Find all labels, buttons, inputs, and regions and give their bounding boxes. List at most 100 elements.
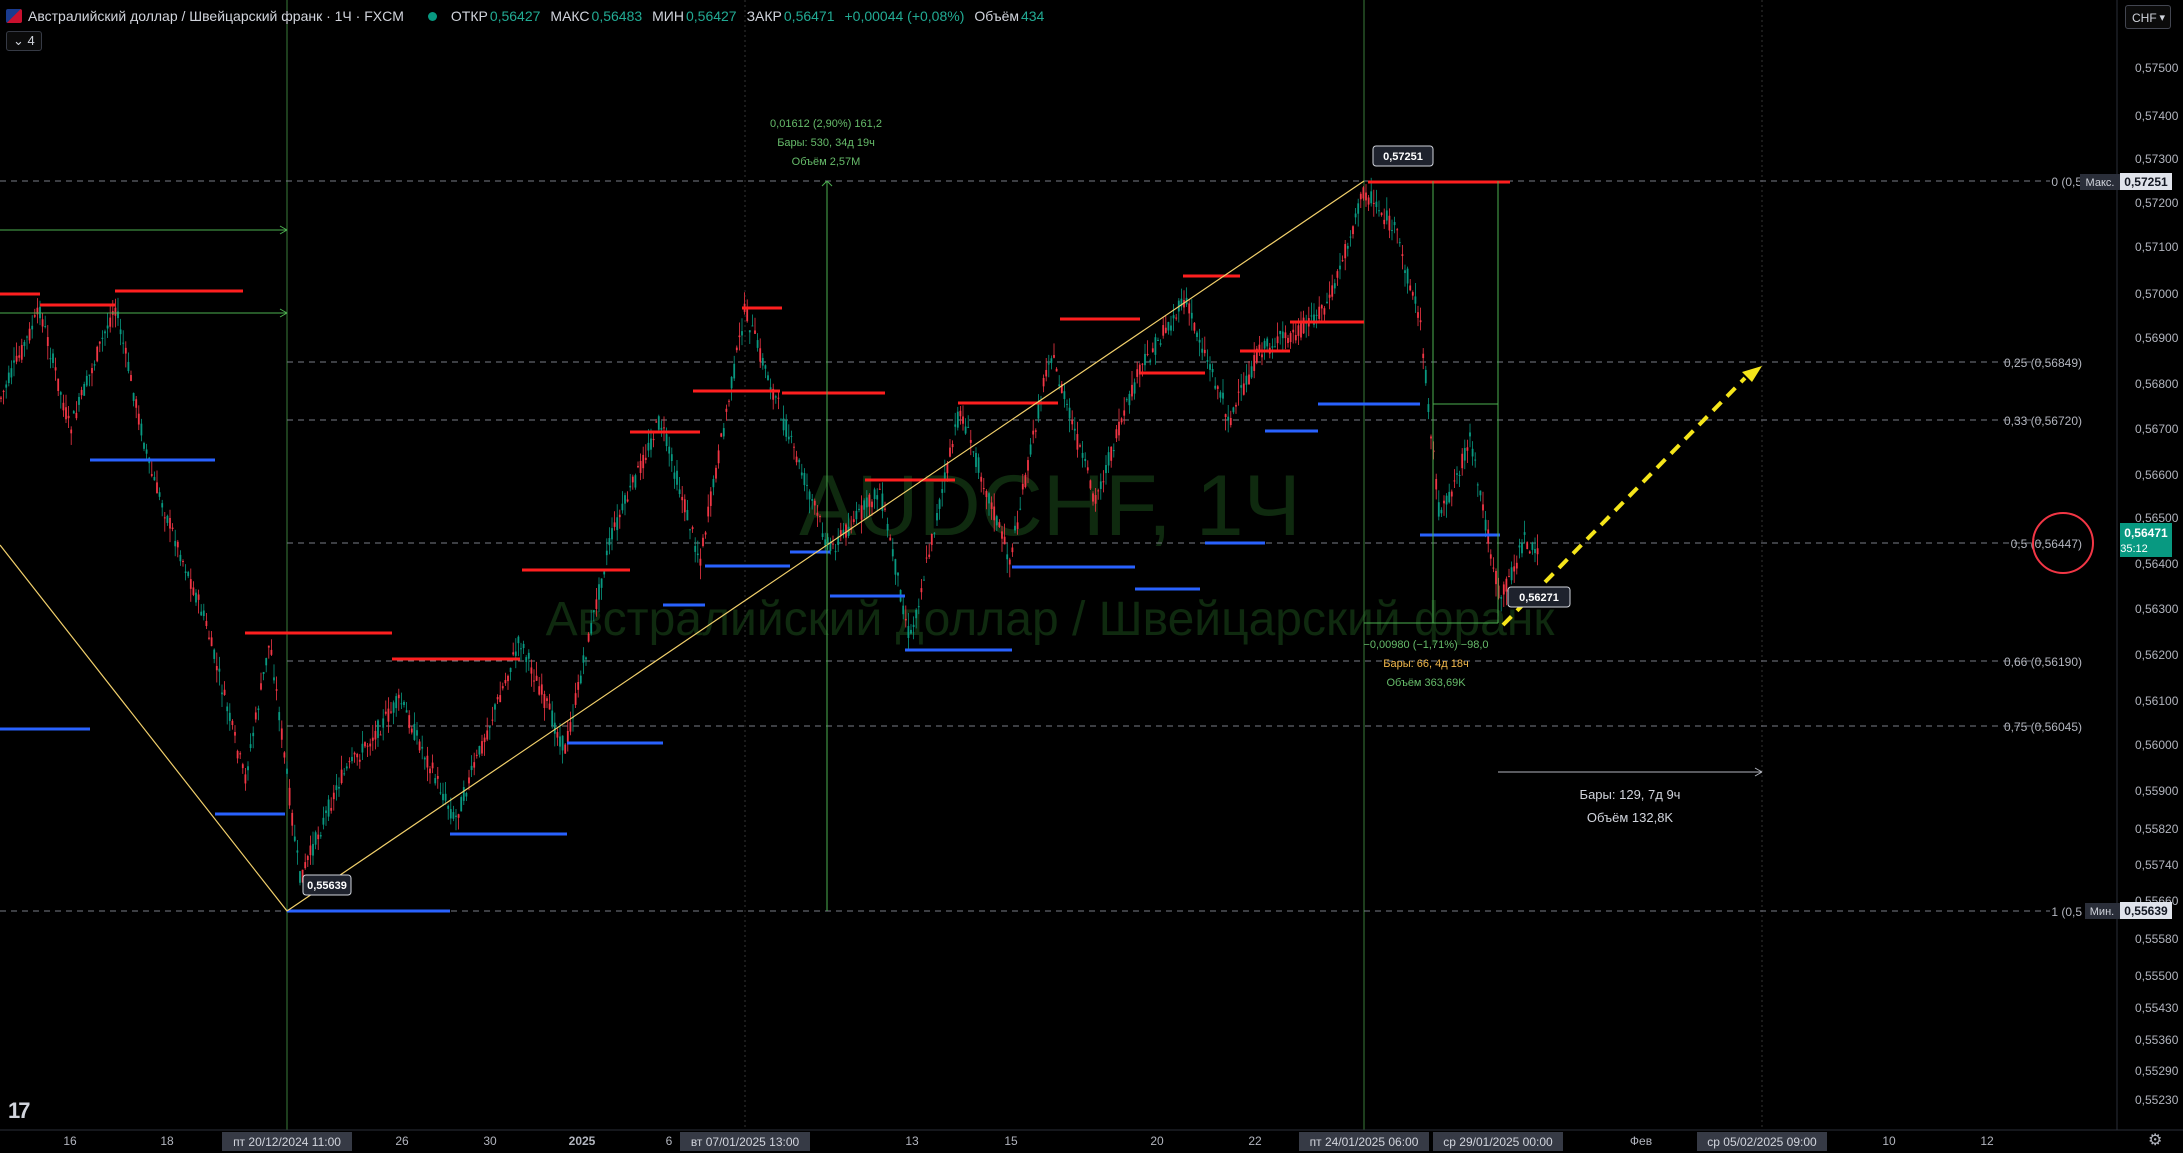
candle-body [501,686,504,689]
currency-button[interactable]: CHF [2125,5,2171,30]
svg-text:0,55639: 0,55639 [307,880,347,892]
candles [0,177,1539,886]
chart-canvas[interactable]: AUDCHF, 1Ч Австралийский доллар / Швейца… [0,0,2183,1153]
time-tick-label: 26 [395,1134,409,1148]
candle-body [1289,333,1292,343]
time-highlight-label: ср 29/01/2025 00:00 [1443,1135,1553,1149]
close-value: 0,56471 [783,8,835,24]
candle-body [787,436,790,440]
candle-body [702,537,704,547]
candle-body [860,505,863,520]
candle-body [140,423,143,436]
candle-body [1198,339,1201,343]
candle-body [1518,545,1521,548]
candle-body [54,367,57,371]
candle-body [189,579,192,589]
time-axis[interactable]: 16 18 26 30 2025 6 13 15 20 22 Фев 10 12 пт 20/12/20… [0,1129,2183,1151]
candle-body [1001,531,1003,539]
measure1-line2: Бары: 530, 34д 19ч [777,137,875,149]
candle-body [811,499,814,501]
candle-body [579,675,582,684]
candle-body [1536,548,1539,555]
candle-body [517,636,520,644]
candle-body [1380,212,1383,216]
candle-body [488,726,491,728]
measure1-line3: Объём 2,57M [792,156,861,168]
candle-body [930,534,933,545]
candle-body [1492,567,1495,569]
candle-body [967,426,970,428]
candle-body [587,633,590,642]
candle-body [621,503,624,511]
candle-body [59,392,62,395]
candle-body [1502,584,1505,595]
candle-body [46,337,49,346]
candle-body [452,812,455,819]
candle-body [1206,360,1209,362]
candle-body [897,572,899,576]
candle-body [1336,271,1339,278]
collapse-indicators-button[interactable]: ⌄ 4 [6,31,42,51]
candle-body [1513,566,1516,572]
candle-body [1081,452,1084,458]
candle-body [712,478,715,488]
symbol-header[interactable]: Австралийский доллар / Швейцарский франк… [6,8,1054,24]
candle-body [1424,369,1427,384]
candle-body [868,494,871,507]
candle-body [1102,481,1105,483]
svg-text:Мин.: Мин. [2090,906,2114,918]
price-axis[interactable]: 0,57500 0,57400 0,57300 0,57200 0,57100 0,570… [2080,0,2179,1130]
gear-icon[interactable]: ⚙ [2148,1130,2162,1150]
candle-body [741,331,743,336]
candle-body [504,680,507,684]
candle-body [1417,312,1419,318]
candle-body [192,587,195,595]
candle-body [1175,317,1178,319]
candle-body [933,532,936,534]
candle-body [634,475,637,488]
candle-body [215,665,218,671]
candle-body [530,667,533,674]
candle-body [317,834,320,840]
candle-body [605,550,608,556]
candle-body [1398,242,1401,244]
candle-body [65,407,67,420]
candle-body [1474,459,1477,461]
candle-body [1391,229,1393,231]
candle-body [616,517,619,531]
candle-body [720,433,723,437]
candle-body [1193,322,1196,331]
candle-body [1136,369,1139,377]
symbol-title[interactable]: Австралийский доллар / Швейцарский франк… [28,8,404,24]
candle-body [330,807,333,811]
candle-body [956,411,959,428]
svg-text:0,56271: 0,56271 [1519,592,1559,604]
price-tick-label: 0,56800 [2135,377,2179,391]
candle-body [1266,338,1269,347]
candle-body [1079,445,1081,447]
candle-body [543,694,546,708]
candle-body [345,766,348,769]
flag-icon [6,9,22,23]
candle-body [650,438,652,450]
candle-body [574,693,577,705]
candle-body [80,389,83,396]
candle-body [1261,354,1263,358]
price-tick-label: 0,56200 [2135,648,2179,662]
candle-body [319,835,322,837]
candle-body [473,762,476,768]
candle-body [374,730,377,740]
candle-body [444,793,447,801]
candle-body [1120,418,1123,423]
projection-measure [1498,767,1763,777]
time-tick-label: 2025 [569,1134,596,1148]
candle-body [101,337,104,339]
candle-body [733,363,736,379]
candle-body [1118,421,1120,436]
candle-body [145,449,148,454]
candle-body [83,384,86,396]
candle-body [819,516,821,518]
tradingview-logo-icon[interactable]: 17 [8,1098,31,1124]
candle-body [1482,504,1484,511]
candle-body [369,743,372,747]
